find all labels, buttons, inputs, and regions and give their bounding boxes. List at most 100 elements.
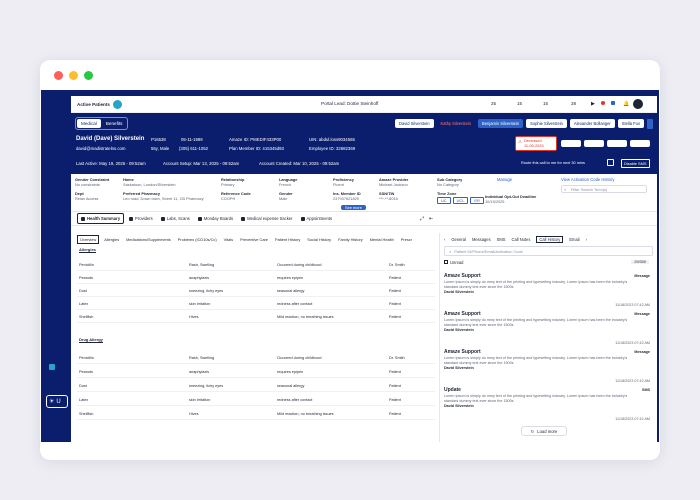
subtab-mental-health[interactable]: Mental Health [368,236,396,243]
counter-4: 28 [571,101,577,106]
subtab-social-history[interactable]: Social History [305,236,333,243]
calendar-icon [300,216,305,221]
list-item[interactable]: Amaze Support Message Lorem Ipsum is sim… [444,311,654,345]
patient-tab-alexander[interactable]: Alexander Bollanger [569,119,615,128]
subtab-prescriptions[interactable]: Prescr [399,236,414,243]
tab-call-history[interactable]: Call History [536,235,564,243]
demo-language: Language French [279,177,298,187]
main-content: Active Patients Portal Lead: Dottie Stei… [71,96,657,442]
refresh-icon: ↻ [530,428,535,434]
active-patients-label[interactable]: Active Patients [77,102,110,107]
patient-age-sex: 55y, Male [151,146,170,151]
unread-checkbox[interactable] [444,260,448,264]
tab-expense-tracker[interactable]: Medical expense tracker [238,214,295,223]
table-row: Latex skin irritation redness after contac… [77,395,435,406]
route-call-toggle[interactable] [607,159,614,166]
tab-appointments[interactable]: Appointments [298,214,336,223]
nav-grid-icon[interactable] [49,364,55,370]
last-active: Last Active: May 19, 2025 - 09:52am [76,161,146,166]
chat-icon[interactable] [611,101,615,105]
chevron-right-icon[interactable]: › [586,237,587,242]
zone-uc[interactable]: UC [437,197,451,204]
minimize-dot[interactable] [69,70,78,80]
subtab-allergies[interactable]: Allergies [102,236,121,243]
uin: UIN: abdul.loss9034565 [309,137,355,142]
subtab-overview[interactable]: Overview [77,234,100,244]
action-button-4[interactable] [630,140,650,147]
more-tabs-icon[interactable] [647,118,653,129]
tab-health-summary[interactable]: Health Summary [77,213,125,224]
table-row: Shellfish Hives Mild reaction, no breathin… [77,409,435,420]
list-item[interactable]: Amaze Support Message Lorem Ipsum is sim… [444,349,654,383]
tab-monday-boards[interactable]: Monday Boards [195,214,236,223]
patient-id: P16538 [151,137,166,142]
health-summary-panel: Overview Allergies Medications/Supplemen… [77,233,435,442]
subtab-patient-history[interactable]: Patient History [273,236,302,243]
manage-link[interactable]: Manage [497,177,512,182]
nav-user-button[interactable]: ☀ U [46,395,68,408]
load-more-button[interactable]: ↻ Load more [521,426,567,436]
counter-1: 25 [491,101,497,106]
search-icon: ⌕ [449,248,452,254]
deceased-badge: ⚠ Deceased 11-05-2025 [515,136,557,151]
tab-email[interactable]: Email [569,237,579,242]
patient-tab-david[interactable]: David Silverstein [395,119,434,128]
subtab-medications[interactable]: Medications/Supplements [124,236,173,243]
counter-3: 15 [543,101,549,106]
demo-ins-member-id: Ins. Member ID 237937621829 [333,191,361,201]
subtab-preventive-care[interactable]: Preventive Care [238,236,270,243]
action-button-2[interactable] [584,140,604,147]
demo-dept: Dept Relax Access [75,191,99,201]
action-button-3[interactable] [607,140,627,147]
patient-tab-sophie[interactable]: Sophie Silverstein [526,119,567,128]
see-more-button[interactable]: See more [341,205,366,210]
avatar[interactable] [633,99,643,109]
maximize-dot[interactable] [84,70,93,80]
list-item[interactable]: Update SMS Lorem Ipsum is simply du mmy … [444,387,654,421]
demo-proficiency: Proficiency Fluent [333,177,354,187]
labs-icon [160,216,165,221]
record-icon[interactable] [601,101,605,105]
tab-sms[interactable]: SMS [497,237,506,242]
collapse-icon[interactable]: ⇤ [429,216,433,222]
tab-labs-scans[interactable]: Labs, Scans [158,214,193,223]
play-icon[interactable]: ▶ [591,101,595,107]
benefits-toggle[interactable]: Benefits [102,119,127,128]
medical-toggle[interactable]: Medical [77,119,101,128]
patient-phone[interactable]: (305) 611-1052 [179,146,208,151]
list-item[interactable]: Amaze Support Message Lorem Ipsum is sim… [444,273,654,307]
patient-email[interactable]: david@madistratelns.com [76,146,126,151]
patient-search-input[interactable]: ⌕ Patient ID/Phone/Email/Activation Code [444,246,653,256]
chevron-left-icon[interactable]: ‹ [444,237,445,242]
subtab-problems[interactable]: Problems (ICD10s/Cc) [176,236,219,243]
message-count: 29/300 [631,260,649,264]
app-window: ☀ U Active Patients Portal Lead: Dottie … [40,60,660,460]
subtab-family-history[interactable]: Family History [336,236,365,243]
account-created: Account Created: Mar 10, 2025 - 09:52am [259,161,340,166]
main-tabs: Health Summary Providers Labs, Scans Mon… [71,212,657,226]
tab-general[interactable]: General [451,237,466,242]
close-dot[interactable] [54,70,63,80]
active-patients-icon[interactable] [112,99,122,109]
account-setup: Account Setup: Mar 13, 2025 - 09:52am [163,161,240,166]
expand-icon[interactable]: ⤢ [420,216,424,222]
patient-tab-benjamin[interactable]: Benjamin Silverstein [478,119,524,128]
amaze-id: Amaze ID: PMEDIF433P00 [229,137,282,142]
providers-icon [129,216,134,221]
section-allergies: Allergies [79,247,96,253]
subtab-vitals[interactable]: Vitals [222,236,235,243]
view-activation-history-link[interactable]: View Activation Code History [561,177,614,182]
bell-icon[interactable]: 🔔 [623,101,629,107]
zone-ucl[interactable]: UCL [452,197,469,204]
zone-er[interactable]: ER [470,197,484,204]
patient-tab-kathy[interactable]: Kathy Silverstein [436,119,476,128]
table-row: Penicillin Rash, Swelling Occurred during … [77,260,435,271]
filter-search-input[interactable]: ⌕ Filter Search Term(s) [561,185,647,193]
tab-messages[interactable]: Messages [472,237,491,242]
tab-providers[interactable]: Providers [126,214,156,223]
window-titlebar [40,60,660,90]
tab-call-notes[interactable]: Call Notes [512,237,531,242]
disable-sms-button[interactable]: Disable SMS [621,159,650,168]
patient-tab-stella[interactable]: Stella Fox [617,119,644,128]
action-button-1[interactable] [561,140,581,147]
